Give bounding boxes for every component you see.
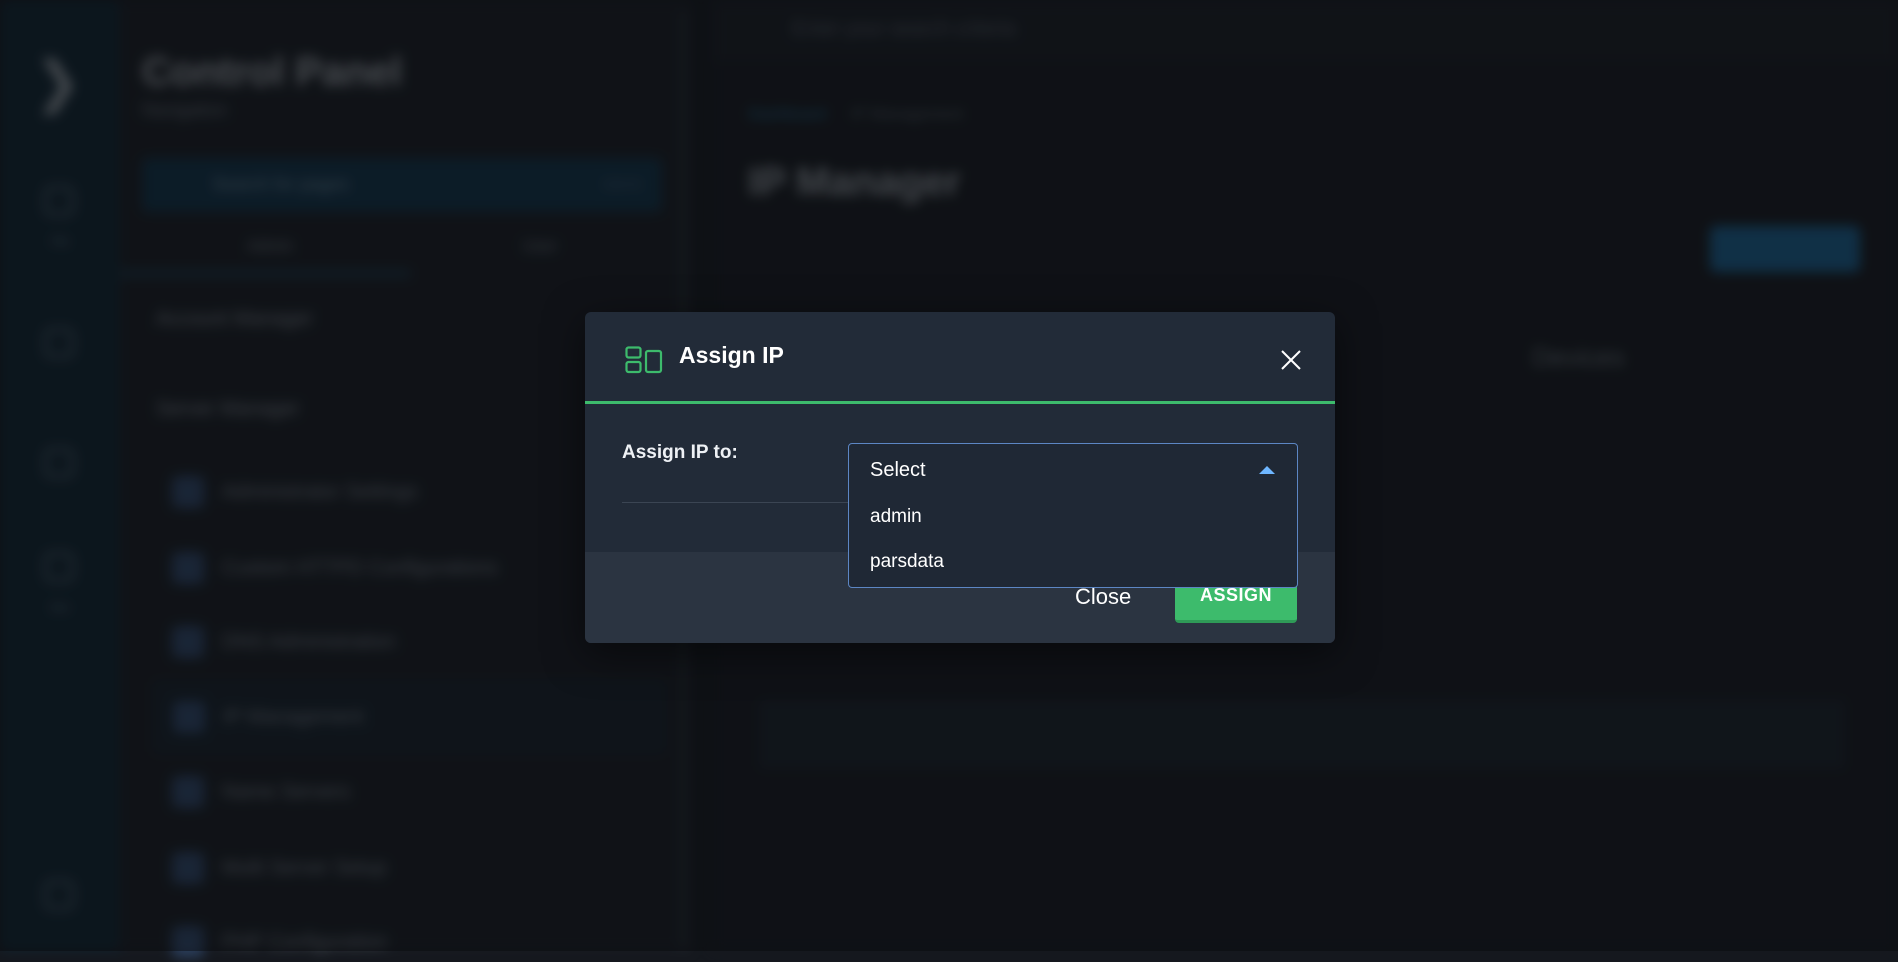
dialog-header: Assign IP [585, 312, 1335, 404]
close-icon[interactable] [1277, 346, 1305, 374]
chevron-up-icon [1259, 466, 1275, 474]
dialog-title: Assign IP [679, 342, 784, 368]
assign-to-select[interactable]: Select [848, 443, 1298, 497]
select-option-parsdata[interactable]: parsdata [870, 551, 944, 573]
select-option-admin[interactable]: admin [870, 506, 922, 528]
assign-to-label: Assign IP to: [622, 442, 738, 463]
layout-icon [625, 346, 663, 374]
select-value: Select [870, 459, 926, 481]
select-options-list: admin parsdata [848, 496, 1298, 588]
